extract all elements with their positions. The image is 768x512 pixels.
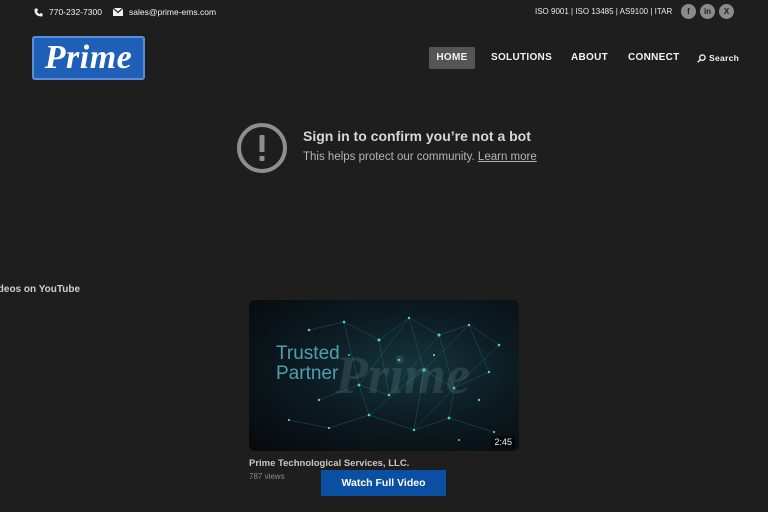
search-button[interactable]: Search xyxy=(697,47,739,69)
envelope-icon xyxy=(113,8,123,16)
top-info-bar: 770-232-7300 sales@prime-ems.com ISO 900… xyxy=(0,0,768,24)
x-icon[interactable]: X xyxy=(719,4,734,19)
video-channel[interactable]: Prime Technological Services, LLC. xyxy=(249,458,409,469)
video-duration: 2:45 xyxy=(491,436,515,448)
email-contact[interactable]: sales@prime-ems.com xyxy=(113,7,216,17)
video-views: 787 views xyxy=(249,472,285,481)
notice-subtitle: This helps protect our community. Learn … xyxy=(303,151,537,163)
facebook-icon[interactable]: f xyxy=(681,4,696,19)
thumbnail-watermark: Prime xyxy=(335,345,470,405)
notice-subtitle-text: This helps protect our community. xyxy=(303,151,475,163)
page: 770-232-7300 sales@prime-ems.com ISO 900… xyxy=(0,0,768,512)
phone-icon xyxy=(34,7,43,17)
email-address: sales@prime-ems.com xyxy=(129,7,217,17)
nav-item-solutions[interactable]: SOLUTIONS xyxy=(491,47,552,69)
search-icon xyxy=(697,53,706,63)
prime-logo[interactable]: Prime xyxy=(32,36,145,80)
watch-full-video-button[interactable]: Watch Full Video xyxy=(321,470,446,496)
nav-item-about[interactable]: ABOUT xyxy=(571,47,608,69)
nav-item-connect[interactable]: CONNECT xyxy=(628,47,680,69)
exclamation-circle-icon xyxy=(237,123,287,173)
thumbnail-line-2: Partner xyxy=(276,363,339,384)
linkedin-icon[interactable]: in xyxy=(700,4,715,19)
phone-contact[interactable]: 770-232-7300 xyxy=(34,7,102,17)
phone-number: 770-232-7300 xyxy=(49,7,102,17)
video-thumbnail[interactable]: Prime Trusted Partner 2:45 xyxy=(249,300,519,451)
search-label: Search xyxy=(709,53,740,63)
certifications-text: ISO 9001 | ISO 13485 | AS9100 | ITAR xyxy=(535,7,673,16)
logo-text: Prime xyxy=(44,39,133,76)
thumbnail-line-1: Trusted xyxy=(276,343,340,364)
videos-heading: ideos on YouTube xyxy=(0,284,80,295)
nav-item-home[interactable]: HOME xyxy=(429,47,475,69)
thumbnail-title: Trusted Partner xyxy=(276,344,340,384)
notice-title: Sign in to confirm you’re not a bot xyxy=(303,128,531,144)
learn-more-link[interactable]: Learn more xyxy=(478,151,537,163)
